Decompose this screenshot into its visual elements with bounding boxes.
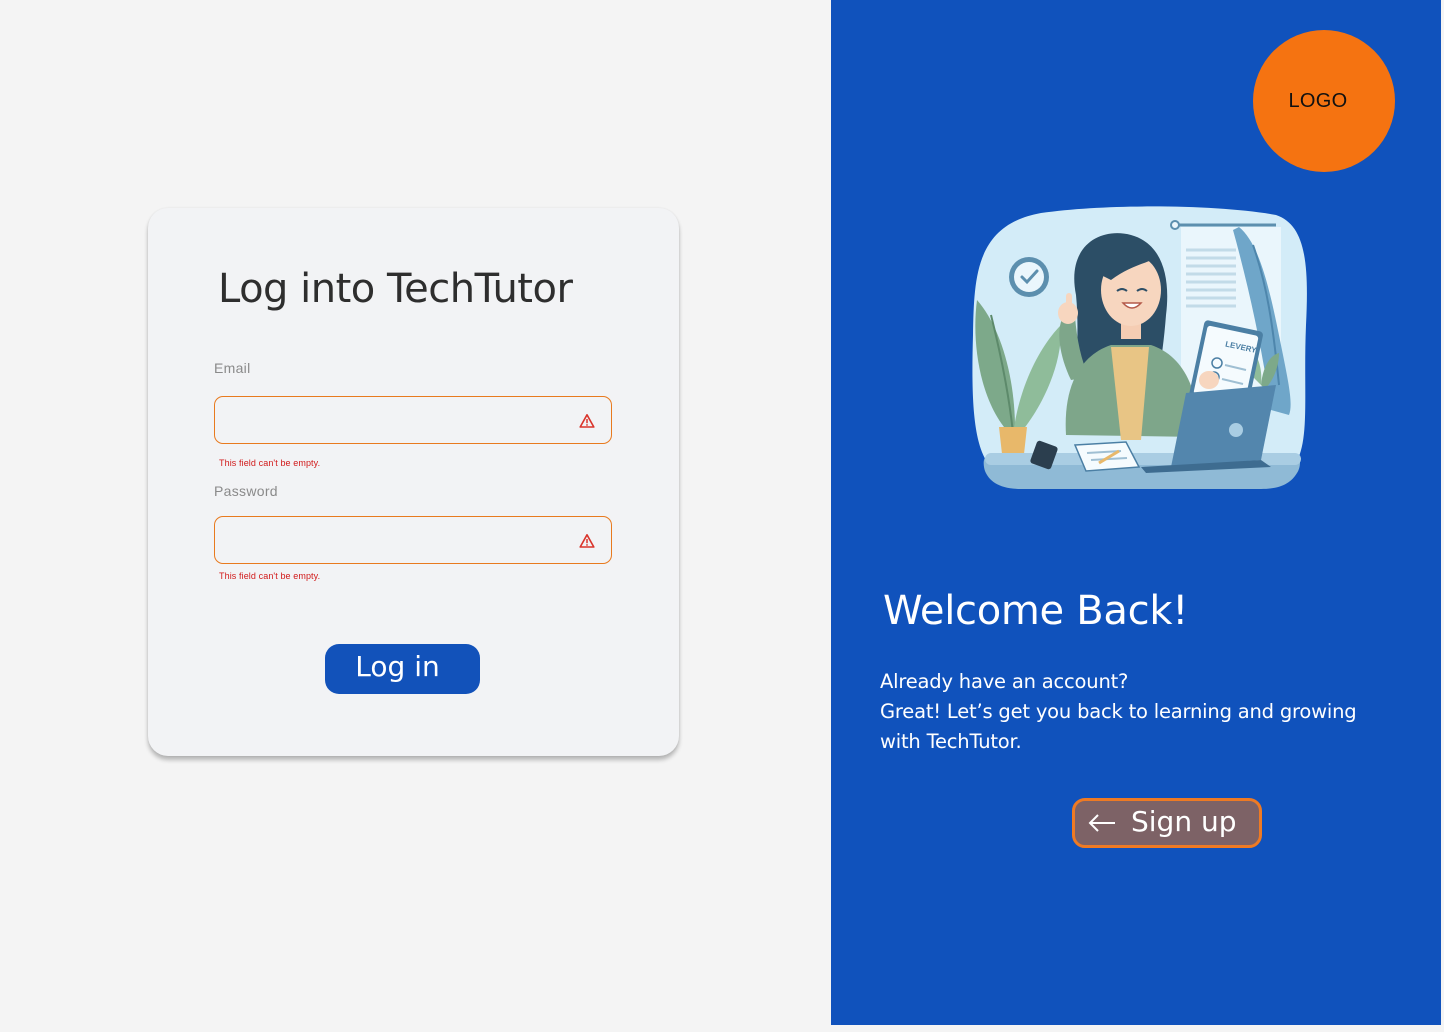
warning-triangle-icon bbox=[579, 414, 595, 428]
logo-text: LOGO bbox=[1288, 89, 1348, 112]
welcome-message: Already have an account? Great! Let’s ge… bbox=[880, 667, 1390, 757]
email-label: Email bbox=[214, 360, 251, 376]
welcome-illustration: LEVERY bbox=[972, 206, 1307, 489]
welcome-line-1: Already have an account? bbox=[880, 670, 1129, 693]
login-page: Log into TechTutor Email This field can'… bbox=[0, 0, 1444, 1032]
password-field-box[interactable] bbox=[214, 516, 612, 564]
left-panel: Log into TechTutor Email This field can'… bbox=[0, 0, 831, 1032]
signup-button[interactable]: Sign up bbox=[1072, 798, 1262, 848]
email-field-box[interactable] bbox=[214, 396, 612, 444]
password-field[interactable] bbox=[215, 517, 611, 563]
login-button[interactable]: Log in bbox=[325, 644, 480, 694]
page-title: Log into TechTutor bbox=[218, 266, 573, 312]
welcome-line-2: Great! Let’s get you back to learning an… bbox=[880, 700, 1357, 753]
login-card: Log into TechTutor Email This field can'… bbox=[148, 208, 679, 756]
password-label: Password bbox=[214, 483, 278, 499]
arrow-left-icon bbox=[1088, 814, 1115, 832]
warning-triangle-icon bbox=[579, 534, 595, 548]
email-field[interactable] bbox=[215, 397, 611, 443]
welcome-title: Welcome Back! bbox=[883, 588, 1188, 634]
signup-button-label: Sign up bbox=[1131, 805, 1237, 838]
password-error-message: This field can't be empty. bbox=[219, 571, 321, 581]
welcome-panel: LOGO LEVERY Welcome Back! Already have a… bbox=[831, 0, 1441, 1025]
email-error-message: This field can't be empty. bbox=[219, 458, 321, 468]
logo: LOGO bbox=[1253, 30, 1395, 172]
